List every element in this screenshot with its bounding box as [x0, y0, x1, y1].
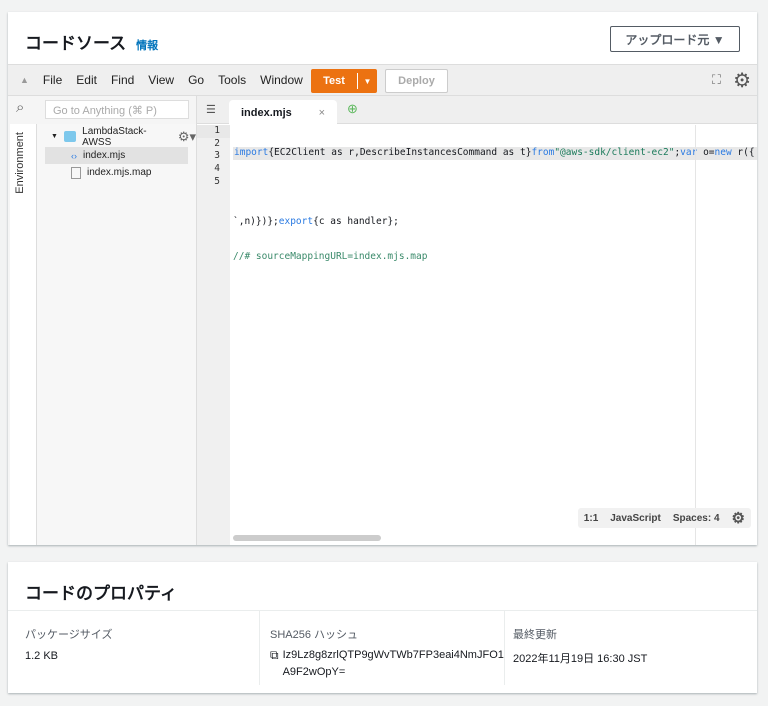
horizontal-scrollbar[interactable]: [233, 535, 381, 541]
line-number: 3: [214, 150, 220, 162]
folder-name: LambdaStack-AWSS: [82, 125, 147, 148]
last-modified: 最終更新 2022年11月19日 16:30 JST: [504, 610, 744, 685]
add-tab-icon[interactable]: ⊕: [347, 101, 358, 117]
sha256-hash: SHA256 ハッシュ ⧉ Iz9Lz8g8zrlQTP9gWvTWb7FP3eai…: [259, 610, 504, 685]
environment-tab[interactable]: Environment: [10, 124, 37, 545]
section-title: コードのプロパティ: [25, 584, 177, 603]
file-tree: ▼ LambdaStack-AWSS ⚙▾ ‹› index.mjs index.mj…: [37, 124, 196, 545]
file-name: index.mjs: [83, 150, 126, 161]
line-number: 1: [197, 125, 230, 138]
menu-view[interactable]: View: [148, 73, 174, 87]
line-number: 5: [214, 175, 220, 187]
environment-label: Environment: [14, 132, 26, 194]
file-icon: [71, 166, 81, 179]
print-margin: [695, 125, 696, 545]
language-mode[interactable]: JavaScript: [610, 513, 661, 524]
status-bar: 1:1 JavaScript Spaces: 4 ⚙: [577, 508, 751, 528]
file-item-index-mjs-map[interactable]: index.mjs.map: [71, 164, 151, 181]
indent-setting[interactable]: Spaces: 4: [673, 513, 720, 524]
fullscreen-icon[interactable]: ⛶: [712, 72, 721, 88]
go-to-anything-input[interactable]: Go to Anything (⌘ P): [45, 100, 189, 119]
tab-index-mjs[interactable]: index.mjs ×: [229, 100, 337, 124]
menu-window[interactable]: Window: [260, 73, 303, 87]
menu-edit[interactable]: Edit: [76, 73, 97, 87]
gear-icon[interactable]: ⚙: [733, 68, 751, 93]
upload-from-button[interactable]: アップロード元 ▼: [610, 26, 740, 52]
code-editor: ☰ index.mjs × ⊕ 1 2 3 4 5 import{EC2Clien…: [197, 96, 757, 545]
cursor-position[interactable]: 1:1: [584, 513, 598, 524]
editor-tabbar: ☰ index.mjs × ⊕: [197, 96, 757, 124]
code-source-panel: コードソース 情報 アップロード元 ▼ ▲ File Edit Find View…: [8, 12, 757, 545]
test-label: Test: [323, 75, 345, 87]
menu-tools[interactable]: Tools: [218, 73, 246, 87]
menu-go[interactable]: Go: [188, 73, 204, 87]
code-properties-panel: コードのプロパティ パッケージサイズ 1.2 KB SHA256 ハッシュ ⧉ Iz9…: [8, 562, 757, 693]
line-number: 4: [214, 163, 220, 175]
close-icon[interactable]: ×: [319, 107, 325, 119]
search-icon: ⌕: [16, 99, 25, 116]
ide-toolbar: ▲ File Edit Find View Go Tools Window Te…: [8, 64, 757, 96]
folder-icon: [63, 131, 77, 142]
file-name: index.mjs.map: [87, 167, 152, 178]
caret-down-icon: ▼: [51, 133, 58, 140]
code-file-icon: ‹›: [71, 150, 77, 161]
page-title: コードソース: [25, 34, 127, 53]
chevron-down-icon[interactable]: ▼: [358, 77, 377, 86]
package-size: パッケージサイズ 1.2 KB: [25, 629, 113, 662]
copy-icon[interactable]: ⧉: [270, 647, 279, 681]
line-numbers: 1 2 3 4 5: [197, 125, 230, 545]
folder-item[interactable]: ▼ LambdaStack-AWSS ⚙▾: [51, 125, 196, 148]
code-content[interactable]: import{EC2Client as r,DescribeInstancesC…: [233, 125, 757, 320]
line-number: 2: [214, 137, 220, 149]
code-source-header: コードソース 情報: [25, 29, 158, 54]
tab-label: index.mjs: [241, 107, 292, 119]
tab-list-icon[interactable]: ☰: [206, 103, 216, 116]
deploy-button[interactable]: Deploy: [385, 69, 448, 93]
menu-file[interactable]: File: [43, 73, 62, 87]
test-button[interactable]: Test ▼: [311, 69, 377, 93]
gear-icon[interactable]: ⚙▾: [178, 129, 196, 145]
info-link[interactable]: 情報: [136, 40, 158, 52]
collapse-icon[interactable]: ▲: [20, 75, 29, 85]
menu-find[interactable]: Find: [111, 73, 134, 87]
sidebar: ⌕ Go to Anything (⌘ P) Environment ▼ Lamb…: [8, 96, 197, 545]
file-item-index-mjs[interactable]: ‹› index.mjs: [45, 147, 188, 164]
gear-icon[interactable]: ⚙: [732, 509, 745, 527]
